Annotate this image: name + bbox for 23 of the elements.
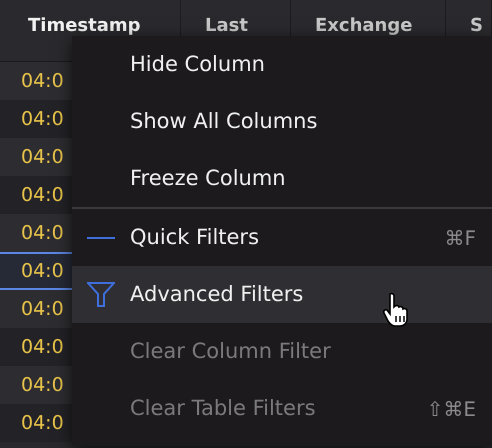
timestamp-cell-text: 04:0 <box>21 182 64 208</box>
timestamp-cell-text: 04:0 <box>21 372 64 398</box>
dash-icon <box>87 236 115 240</box>
timestamp-cell-text: 04:0 <box>21 258 64 284</box>
timestamp-cell-text: 04:0 <box>21 334 64 360</box>
timestamp-cell-text: 04:0 <box>21 220 64 246</box>
menu-item[interactable]: Freeze Column <box>72 150 492 207</box>
timestamp-cell-text: 04:0 <box>21 144 64 170</box>
timestamp-cell-text: 04:0 <box>21 106 64 132</box>
timestamp-cell-text: 04:0 <box>21 410 64 436</box>
column-header[interactable]: Timestamp <box>28 12 141 39</box>
timestamp-cell-text: 04:0 <box>21 68 64 94</box>
column-header[interactable]: Last <box>205 12 248 39</box>
menu-item[interactable]: Hide Column <box>72 36 492 93</box>
column-header[interactable]: S <box>470 12 483 39</box>
column-header[interactable]: Exchange <box>315 12 412 39</box>
filter-icon <box>87 282 115 307</box>
shortcut-label: ⌘F <box>444 224 476 252</box>
menu-item[interactable]: Quick Filters ⌘F <box>72 209 492 266</box>
menu-item[interactable]: Advanced Filters <box>72 266 492 323</box>
timestamp-cell-text: 04:0 <box>21 296 64 322</box>
shortcut-label: ⇧⌘E <box>426 396 476 422</box>
menu-item[interactable]: Show All Columns <box>72 93 492 150</box>
